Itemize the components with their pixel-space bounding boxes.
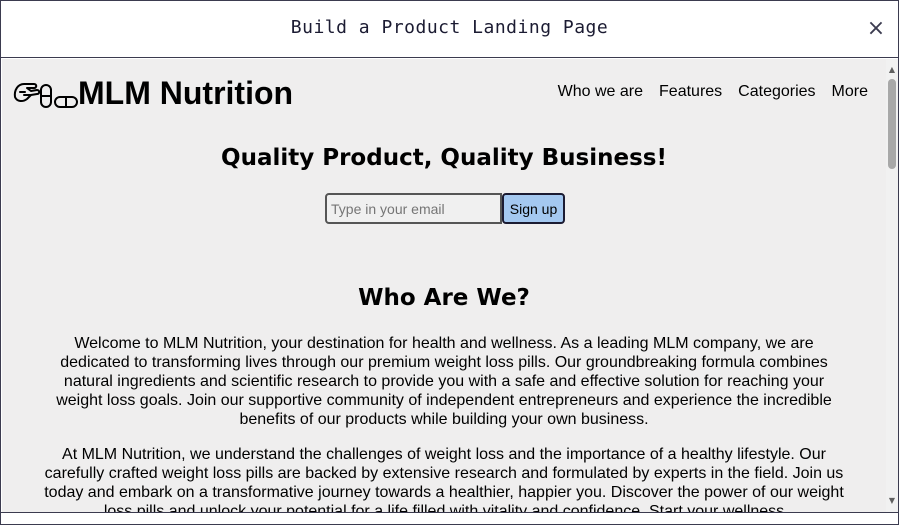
signup-form: Sign up (325, 193, 565, 224)
preview-modal: Build a Product Landing Page × MLM Nutri… (0, 0, 899, 525)
nav-link-categories[interactable]: Categories (738, 83, 815, 101)
who-are-we-title: Who Are We? (358, 285, 530, 311)
vertical-scrollbar[interactable]: ▲ ▼ (886, 59, 898, 512)
scrollbar-thumb[interactable] (888, 79, 896, 169)
preview-viewport: MLM Nutrition Who we are Features Catego… (2, 59, 886, 512)
modal-footer (1, 512, 898, 524)
scroll-down-arrow-icon[interactable]: ▼ (886, 494, 898, 508)
nav-link-who-we-are[interactable]: Who we are (558, 83, 643, 101)
nav-link-more[interactable]: More (832, 83, 868, 101)
who-paragraph-1: Welcome to MLM Nutrition, your destinati… (56, 335, 832, 428)
who-paragraph-2: At MLM Nutrition, we understand the chal… (44, 446, 844, 512)
close-icon[interactable]: × (867, 16, 885, 41)
nav-link-features[interactable]: Features (659, 83, 722, 101)
pills-hand-icon (13, 83, 78, 108)
main-nav: Who we are Features Categories More (558, 83, 868, 101)
brand-name: MLM Nutrition (78, 75, 294, 111)
hero-title: Quality Product, Quality Business! (221, 145, 667, 171)
modal-header: Build a Product Landing Page × (1, 1, 898, 58)
signup-button[interactable]: Sign up (502, 193, 565, 224)
site-header: MLM Nutrition Who we are Features Catego… (2, 59, 886, 129)
scroll-up-arrow-icon[interactable]: ▲ (886, 63, 898, 77)
email-input[interactable] (325, 193, 502, 224)
close-button[interactable]: × (864, 17, 888, 41)
modal-title: Build a Product Landing Page (290, 17, 609, 38)
